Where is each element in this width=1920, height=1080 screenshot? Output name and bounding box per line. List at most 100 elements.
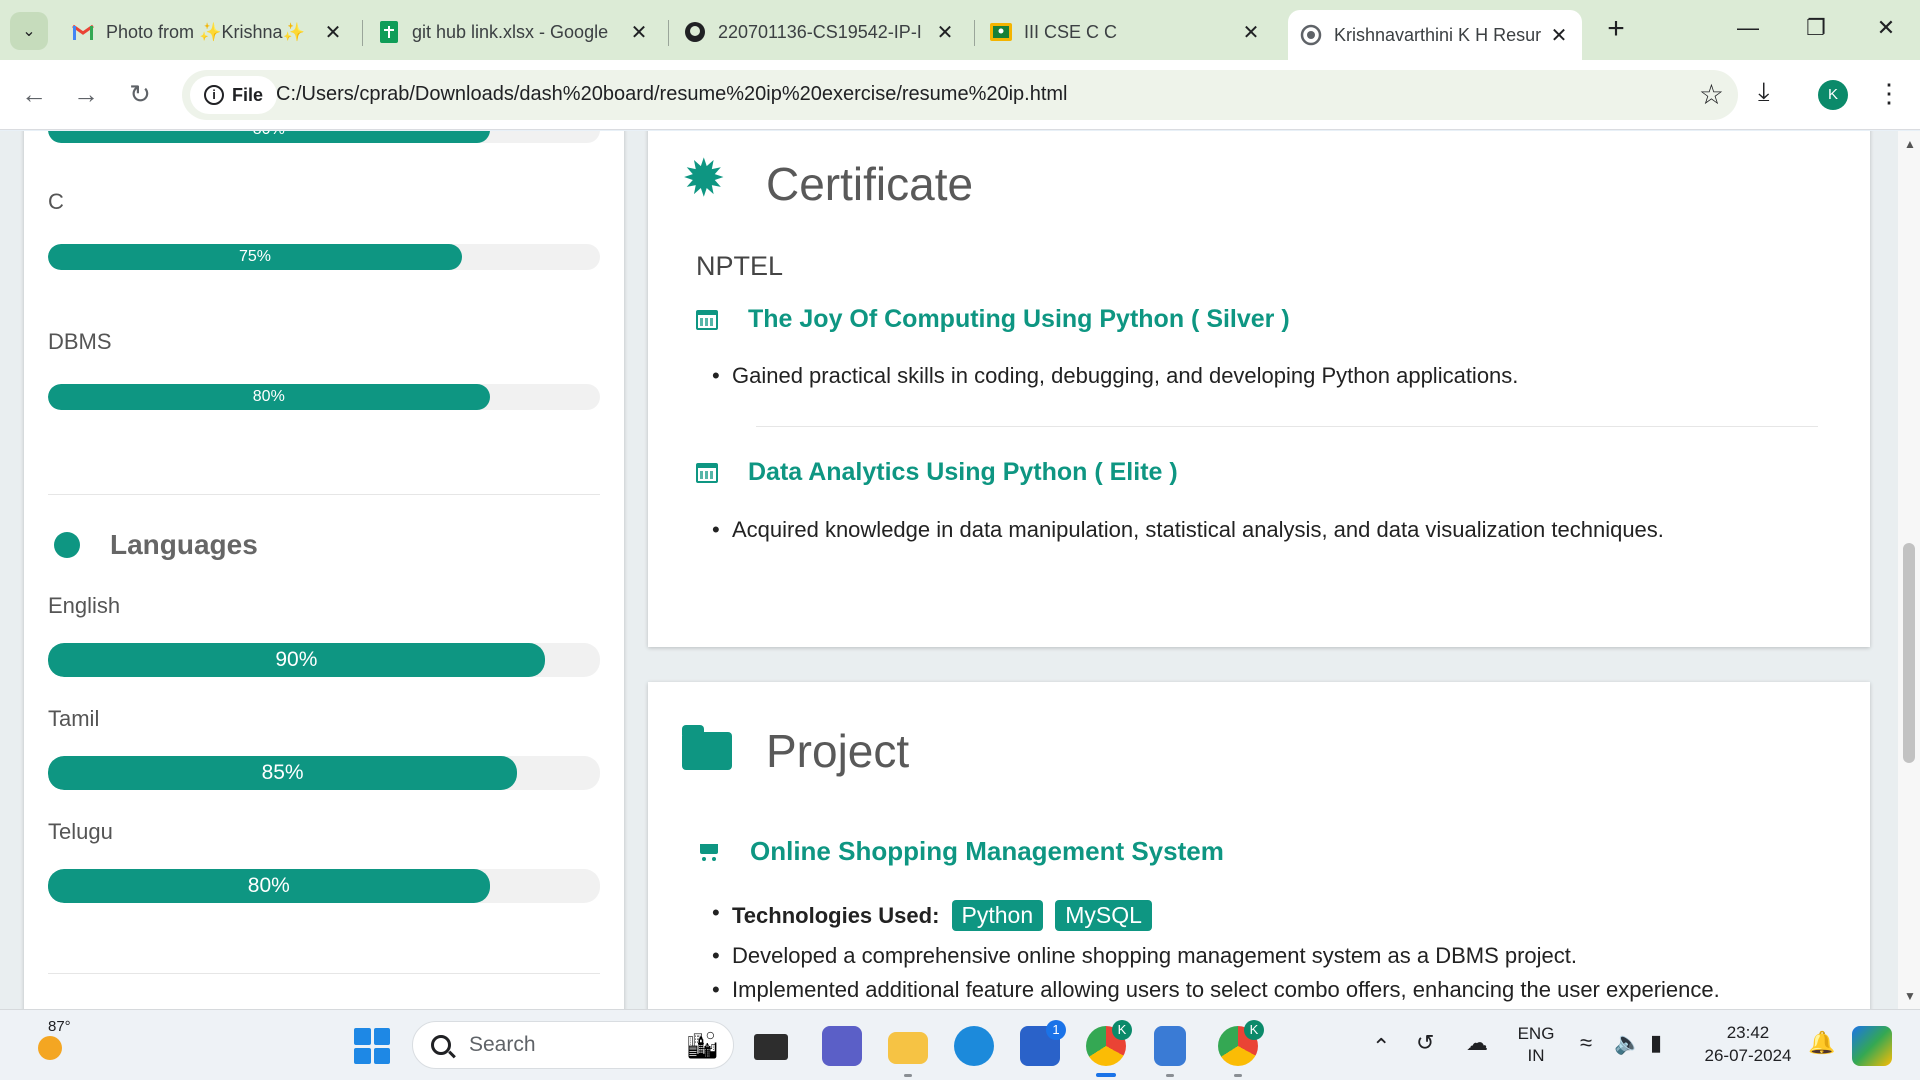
tab-close-icon[interactable]: ✕ xyxy=(322,20,344,45)
tab-close-icon[interactable]: ✕ xyxy=(1240,20,1262,45)
clock-date[interactable]: 26-07-2024 xyxy=(1700,1046,1796,1066)
back-button[interactable]: ← xyxy=(14,74,54,114)
certificate-item: The Joy Of Computing Using Python ( Silv… xyxy=(696,305,1290,334)
tab-title: Krishnavarthini K H Resur xyxy=(1334,24,1542,45)
skill-bar: 75% xyxy=(48,244,600,270)
store-badge: 1 xyxy=(1046,1020,1066,1040)
tab-gmail[interactable]: Photo from ✨Krishna✨ ✕ xyxy=(60,12,356,52)
tab-close-icon[interactable]: ✕ xyxy=(1548,23,1570,48)
globe-icon xyxy=(54,532,80,558)
tab-title: III CSE C C xyxy=(1024,21,1118,42)
search-placeholder: Search xyxy=(469,1033,536,1056)
resume-sidebar: 80% C 75% DBMS 80% Languages English 90%… xyxy=(24,131,624,1009)
tab-search-button[interactable]: ⌄ xyxy=(10,12,48,50)
wifi-icon[interactable]: ≈ xyxy=(1580,1030,1592,1056)
language-code[interactable]: ENG xyxy=(1516,1024,1556,1044)
battery-icon[interactable]: ▮ xyxy=(1650,1030,1662,1056)
globe-icon xyxy=(1300,24,1322,46)
minimize-button[interactable]: — xyxy=(1718,8,1778,48)
scroll-thumb[interactable] xyxy=(1903,543,1915,763)
tab-close-icon[interactable]: ✕ xyxy=(934,20,956,45)
tab-strip: ⌄ Photo from ✨Krishna✨ ✕ git hub link.xl… xyxy=(0,0,1920,60)
language-name: Tamil xyxy=(48,706,100,731)
tab-title: 220701136-CS19542-IP-I xyxy=(718,21,922,42)
language-bar-fill: 90% xyxy=(48,643,545,677)
language-name: Telugu xyxy=(48,819,113,844)
search-highlight-icon: 🏙 xyxy=(685,1029,719,1060)
tab-divider xyxy=(668,20,669,46)
running-indicator xyxy=(1166,1074,1174,1077)
forward-button[interactable]: → xyxy=(66,74,106,114)
notification-bell-icon[interactable]: 🔔 xyxy=(1808,1030,1835,1056)
skill-name: DBMS xyxy=(48,329,112,354)
scroll-up-arrow[interactable]: ▲ xyxy=(1904,137,1916,151)
tech-badge: MySQL xyxy=(1055,900,1152,931)
languages-title: Languages xyxy=(110,529,258,560)
language-region[interactable]: IN xyxy=(1516,1046,1556,1066)
active-indicator xyxy=(1096,1073,1116,1077)
windows-taskbar: 87° Search 🏙 1 K K ⌃ ↺ ☁ ENG IN ≈ 🔈 ▮ 23… xyxy=(0,1009,1920,1080)
volume-icon[interactable]: 🔈 xyxy=(1614,1030,1641,1056)
clock-time[interactable]: 23:42 xyxy=(1700,1023,1796,1043)
weather-widget[interactable]: 87° xyxy=(28,1018,73,1064)
tray-overflow-icon[interactable]: ⌃ xyxy=(1372,1034,1390,1060)
task-view-icon[interactable] xyxy=(754,1034,788,1060)
page-viewport: 80% C 75% DBMS 80% Languages English 90%… xyxy=(0,131,1898,1009)
new-tab-button[interactable]: + xyxy=(1598,12,1634,46)
copilot-icon[interactable] xyxy=(1852,1026,1892,1066)
section-divider xyxy=(48,494,600,495)
bookmark-star-icon[interactable]: ☆ xyxy=(1699,78,1724,111)
site-info-chip[interactable]: i File xyxy=(190,76,278,114)
info-icon: i xyxy=(204,85,224,105)
tab-close-icon[interactable]: ✕ xyxy=(628,20,650,45)
sheets-icon xyxy=(378,21,400,43)
project-item-title: Online Shopping Management System xyxy=(750,836,1224,866)
tab-github[interactable]: 220701136-CS19542-IP-I ✕ xyxy=(672,12,968,52)
calendar-icon xyxy=(696,462,718,483)
language-bar: 80% xyxy=(48,869,600,903)
language-bar-fill: 85% xyxy=(48,756,518,790)
tab-sheets[interactable]: git hub link.xlsx - Google ✕ xyxy=(366,12,662,52)
skill-name: C xyxy=(48,189,64,214)
teams-icon[interactable] xyxy=(822,1026,862,1066)
running-indicator xyxy=(1234,1074,1242,1077)
certificate-icon: ✹ xyxy=(682,150,726,208)
tab-resume[interactable]: Krishnavarthini K H Resur ✕ xyxy=(1288,10,1582,60)
project-bullet: Developed a comprehensive online shoppin… xyxy=(712,943,1577,969)
certificate-organization: NPTEL xyxy=(696,251,784,281)
scroll-down-arrow[interactable]: ▼ xyxy=(1904,989,1916,1003)
restore-button[interactable]: ❐ xyxy=(1786,8,1846,48)
project-card: Project Online Shopping Management Syste… xyxy=(648,682,1870,1009)
certificate-item: Data Analytics Using Python ( Elite ) xyxy=(696,458,1178,487)
notepad-icon[interactable] xyxy=(1154,1026,1186,1066)
certificate-item-title: The Joy Of Computing Using Python ( Silv… xyxy=(748,305,1290,333)
certificate-card: ✹ Certificate NPTEL The Joy Of Computing… xyxy=(648,131,1870,647)
section-divider xyxy=(48,973,600,974)
download-icon[interactable]: ⤓ xyxy=(1758,76,1770,108)
project-tech-line: Technologies Used: Python MySQL xyxy=(712,900,1152,931)
sync-icon[interactable]: ↺ xyxy=(1416,1030,1434,1056)
edge-icon[interactable] xyxy=(954,1026,994,1066)
page-scrollbar[interactable]: ▲ ▼ xyxy=(1898,131,1920,1009)
address-bar[interactable]: i File C:/Users/cprab/Downloads/dash%20b… xyxy=(182,70,1738,120)
skill-bar: 80% xyxy=(48,131,600,143)
item-divider xyxy=(756,426,1818,427)
language-bar-fill: 80% xyxy=(48,869,490,903)
onedrive-icon[interactable]: ☁ xyxy=(1466,1030,1488,1056)
taskbar-search[interactable]: Search 🏙 xyxy=(412,1021,734,1069)
file-explorer-icon[interactable] xyxy=(888,1032,928,1064)
menu-kebab-icon[interactable]: ⋮ xyxy=(1876,78,1902,109)
profile-avatar[interactable]: K xyxy=(1818,80,1848,110)
windows-start-button[interactable] xyxy=(354,1028,390,1064)
browser-toolbar: ← → ↻ i File C:/Users/cprab/Downloads/da… xyxy=(0,60,1920,130)
tab-classroom[interactable]: III CSE C C ✕ xyxy=(978,12,1274,52)
reload-button[interactable]: ↻ xyxy=(120,74,160,114)
classroom-icon xyxy=(990,21,1012,43)
url-text[interactable]: C:/Users/cprab/Downloads/dash%20board/re… xyxy=(276,83,1068,106)
weather-icon xyxy=(38,1036,62,1060)
language-bar: 90% xyxy=(48,643,600,677)
tab-title: Photo from ✨Krishna✨ xyxy=(106,21,305,42)
chrome-profile-badge: K xyxy=(1244,1020,1264,1040)
close-window-button[interactable]: ✕ xyxy=(1856,8,1916,48)
tab-divider xyxy=(974,20,975,46)
